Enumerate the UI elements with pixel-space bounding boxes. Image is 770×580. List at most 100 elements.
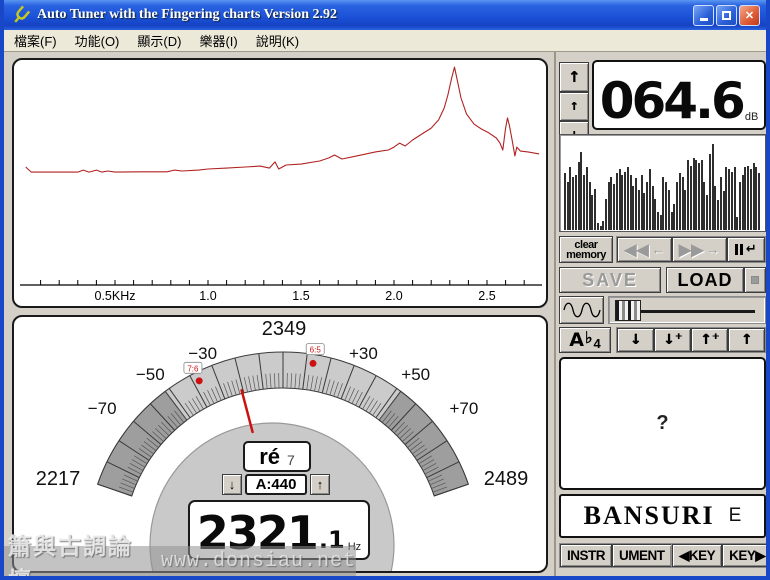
slider-handle[interactable] — [615, 300, 641, 321]
plus-mark: + — [675, 332, 683, 342]
forward-button[interactable]: ▶▶ → — [672, 237, 727, 262]
level-bar — [660, 215, 662, 230]
tuner-gauge-panel: −30+30−50+50−70+702349221724897:66:5 ré … — [12, 315, 548, 573]
svg-text:2489: 2489 — [484, 468, 529, 490]
level-bar — [602, 221, 604, 230]
level-bar — [679, 173, 681, 230]
level-bar — [605, 199, 607, 230]
transport-controls: ◀◀ ← ▶▶ → ↵ — [616, 236, 766, 263]
key-next-button[interactable]: KEY▶ — [722, 544, 770, 567]
pitch-down-button[interactable]: ↓ — [617, 328, 654, 352]
rewind-button[interactable]: ◀◀ ← — [617, 237, 672, 262]
level-bar — [758, 173, 760, 230]
level-bar — [654, 199, 656, 230]
svg-text:2349: 2349 — [262, 318, 307, 340]
level-bar — [616, 173, 618, 230]
frequency-decimal: .1 — [319, 526, 345, 554]
fingering-chart-area: ? — [559, 357, 766, 490]
instrument-buttons: INSTR UMENT — [559, 543, 673, 568]
pause-icon — [740, 244, 743, 255]
instrument-next-button[interactable]: UMENT — [612, 544, 672, 567]
reference-down-button[interactable]: ↓ — [222, 474, 242, 495]
level-bar — [755, 167, 757, 230]
svg-text:2217: 2217 — [36, 468, 81, 490]
minimize-button[interactable] — [693, 5, 714, 26]
reference-up-button[interactable]: ↑ — [310, 474, 330, 495]
menu-file[interactable]: 檔案(F) — [14, 31, 57, 50]
clear-memory-button[interactable]: clear memory — [559, 236, 613, 263]
spectrum-panel: 0.5KHz1.01.52.02.5 — [12, 58, 548, 308]
volume-slider[interactable] — [608, 296, 766, 324]
level-bar — [583, 175, 585, 230]
title-bar: Auto Tuner with the Fingering charts Ver… — [4, 0, 766, 30]
forward-icon: ▶▶ — [679, 240, 704, 260]
down-arrow-icon: ↓ — [229, 477, 236, 492]
pitch-up-semitone-button[interactable]: ↑+ — [691, 328, 728, 352]
pitch-shift-buttons: ↓ ↓+ ↑+ ↑ — [616, 327, 766, 353]
menu-bar: 檔案(F) 功能(O) 顯示(D) 樂器(I) 說明(K) — [4, 30, 766, 52]
level-bar — [638, 190, 640, 230]
frequency-display: 2321 .1 Hz — [188, 500, 370, 560]
app-window: Auto Tuner with the Fingering charts Ver… — [0, 0, 770, 580]
level-bar — [662, 177, 664, 230]
level-bar — [624, 172, 626, 230]
key-buttons: ◀KEY KEY▶ — [671, 543, 770, 568]
tuning-fork-icon — [10, 5, 32, 25]
level-bar — [632, 186, 634, 230]
level-bar — [610, 177, 612, 230]
level-bar — [744, 167, 746, 230]
level-bar — [717, 200, 719, 230]
level-bar — [594, 189, 596, 230]
level-bar — [564, 173, 566, 230]
forward-arrow-icon: → — [707, 242, 720, 257]
close-button[interactable]: ✕ — [739, 5, 760, 26]
level-bar — [701, 160, 703, 230]
level-up-button[interactable]: ↑ — [559, 92, 589, 122]
level-bar — [572, 177, 574, 230]
level-bar — [684, 190, 686, 230]
level-bar — [682, 177, 684, 230]
level-bar — [619, 169, 621, 230]
level-bar — [742, 175, 744, 230]
return-arrow-icon: ↵ — [746, 242, 757, 257]
level-bar — [652, 186, 654, 230]
menu-function[interactable]: 功能(O) — [75, 31, 120, 50]
up-arrow-plus-icon: ↑ — [700, 332, 712, 348]
rewind-arrow-icon: ← — [652, 242, 665, 257]
level-bar — [703, 182, 705, 230]
pitch-up-button[interactable]: ↑ — [728, 328, 765, 352]
save-button[interactable]: SAVE — [559, 267, 661, 293]
maximize-button[interactable] — [716, 5, 737, 26]
reference-pitch-value: A:440 — [245, 474, 307, 495]
level-bar — [709, 154, 711, 230]
window-controls: ✕ — [693, 5, 760, 26]
clear-memory-label-2: memory — [566, 250, 606, 260]
level-bar — [676, 182, 678, 230]
pause-button[interactable]: ↵ — [727, 237, 765, 262]
pitch-down-semitone-button[interactable]: ↓+ — [654, 328, 691, 352]
svg-text:−30: −30 — [188, 344, 217, 363]
menu-display[interactable]: 顯示(D) — [137, 31, 181, 50]
level-up-fast-button[interactable]: ↑ — [559, 62, 589, 92]
stop-button[interactable] — [744, 267, 766, 293]
flat-notation-button[interactable]: A ♭ 4 — [559, 327, 611, 353]
level-bar — [643, 193, 645, 230]
level-bar — [580, 152, 582, 230]
level-bar — [597, 223, 599, 230]
clear-memory-label-1: clear — [574, 240, 597, 250]
main-content: 0.5KHz1.01.52.02.5 −30+30−50+50−70+70234… — [4, 52, 766, 576]
load-button[interactable]: LOAD — [666, 267, 744, 293]
svg-text:+70: +70 — [449, 399, 478, 418]
note-octave: 7 — [287, 452, 295, 468]
key-prev-button[interactable]: ◀KEY — [672, 544, 722, 567]
menu-help[interactable]: 說明(K) — [256, 31, 299, 50]
instrument-prev-button[interactable]: INSTR — [560, 544, 612, 567]
svg-text:7:6: 7:6 — [187, 364, 199, 373]
flat-note-letter: A — [569, 329, 584, 351]
menu-instrument[interactable]: 樂器(I) — [199, 31, 237, 50]
level-bar — [646, 182, 648, 230]
tone-generator-button[interactable] — [559, 296, 604, 324]
pause-icon — [735, 244, 738, 255]
level-bar — [641, 175, 643, 230]
level-bar — [725, 167, 727, 230]
